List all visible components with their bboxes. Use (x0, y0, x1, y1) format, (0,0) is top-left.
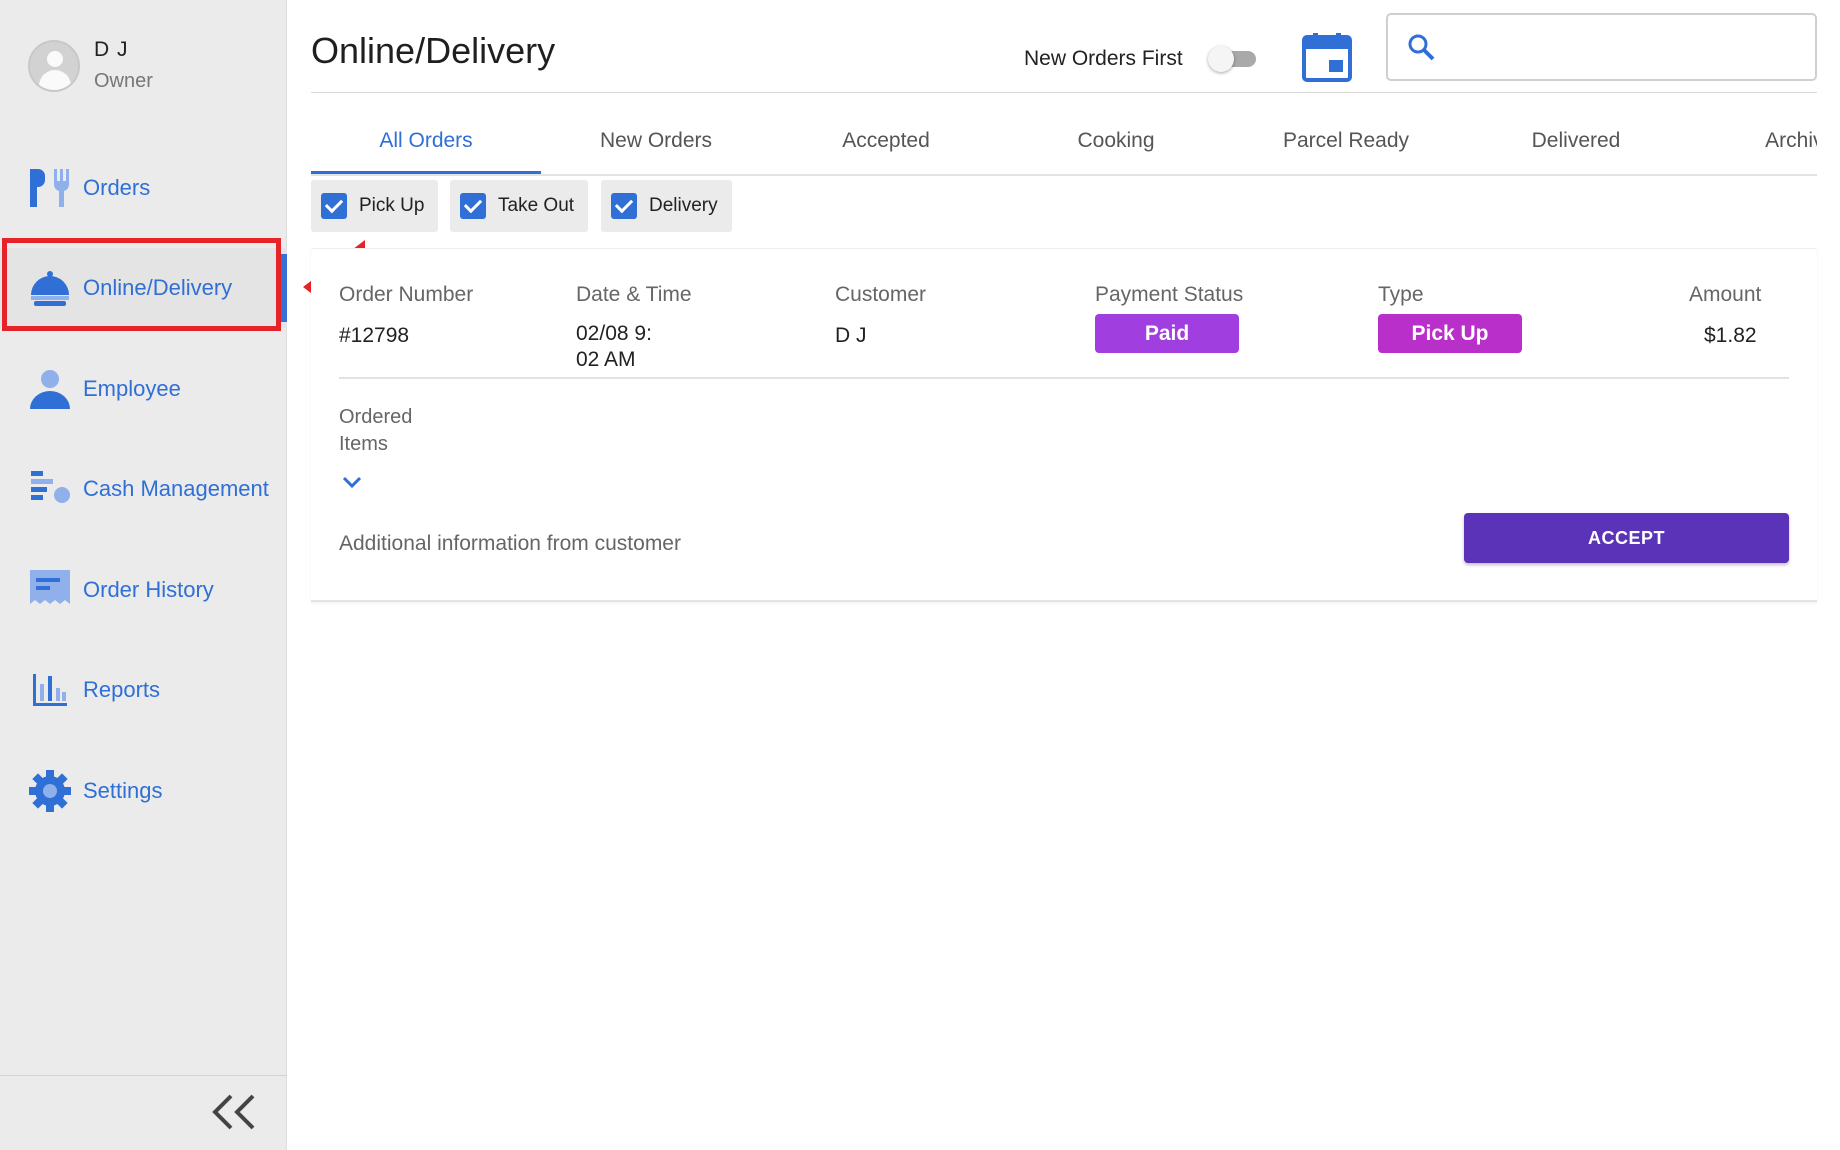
tab-delivered[interactable]: Delivered (1461, 116, 1691, 174)
sidebar-item-label: Cash Management (83, 476, 269, 501)
accept-button[interactable]: ACCEPT (1464, 513, 1789, 563)
sidebar-item-reports[interactable]: Reports (0, 650, 287, 730)
user-profile[interactable]: D J Owner (28, 38, 153, 93)
search-input[interactable] (1450, 25, 1800, 69)
sidebar-item-order-history[interactable]: Order History (0, 550, 287, 630)
new-orders-first-label: New Orders First (1024, 47, 1183, 70)
page-title: Online/Delivery (311, 30, 556, 71)
additional-info-label: Additional information from customer (339, 532, 681, 555)
filter-take-out[interactable]: Take Out (450, 180, 589, 232)
sidebar-item-employee[interactable]: Employee (0, 349, 287, 429)
sidebar-item-settings[interactable]: Settings (0, 751, 287, 831)
cash-management-icon (28, 467, 72, 511)
payment-status-header: Payment Status (1095, 283, 1244, 306)
tab-accepted[interactable]: Accepted (771, 116, 1001, 174)
cloche-icon (28, 266, 72, 310)
amount-header: Amount (1689, 283, 1762, 306)
order-number-header: Order Number (339, 283, 474, 306)
search-box[interactable] (1386, 13, 1817, 81)
checkbox-checked[interactable] (460, 193, 486, 219)
order-amount: $1.82 (1704, 324, 1757, 347)
header-divider (311, 92, 1817, 93)
datetime-header: Date & Time (576, 283, 692, 306)
filter-delivery[interactable]: Delivery (601, 180, 732, 232)
sidebar-item-cash-management[interactable]: Cash Management (0, 449, 287, 529)
order-status-tabs: All Orders New Orders Accepted Cooking P… (311, 116, 1817, 176)
filter-label: Take Out (498, 195, 575, 216)
sidebar-item-orders[interactable]: Orders (0, 148, 287, 228)
tab-archived[interactable]: Archived (1691, 116, 1817, 174)
gear-icon (28, 769, 72, 813)
profile-role: Owner (94, 70, 153, 92)
calendar-icon (1302, 33, 1352, 82)
calendar-button[interactable] (1302, 32, 1352, 82)
order-datetime: 02/08 9: 02 AM (576, 321, 652, 373)
payment-status-badge: Paid (1095, 314, 1239, 353)
search-icon (1408, 34, 1435, 61)
sidebar-item-online-delivery[interactable]: Online/Delivery (0, 248, 287, 328)
filter-pick-up[interactable]: Pick Up (311, 180, 439, 232)
tab-parcel-ready[interactable]: Parcel Ready (1231, 116, 1461, 174)
profile-name: D J (94, 38, 129, 61)
order-type-badge: Pick Up (1378, 314, 1522, 353)
new-orders-first-toggle[interactable] (1208, 46, 1256, 72)
sidebar-item-label: Reports (83, 677, 161, 702)
sidebar-footer (0, 1075, 287, 1150)
double-chevron-left-icon[interactable] (207, 1092, 259, 1132)
order-number: #12798 (339, 324, 410, 347)
type-header: Type (1378, 283, 1424, 306)
person-icon (28, 367, 72, 411)
row-divider (339, 377, 1789, 379)
avatar (28, 39, 80, 92)
sidebar-item-label: Employee (83, 376, 181, 401)
sidebar-item-label: Online/Delivery (83, 275, 233, 300)
sidebar-item-label: Settings (83, 778, 163, 803)
bar-chart-icon (28, 668, 72, 712)
datetime-line-2: 02 AM (576, 348, 636, 371)
tab-cooking[interactable]: Cooking (1001, 116, 1231, 174)
customer-header: Customer (835, 283, 927, 306)
sidebar-item-label: Orders (83, 175, 151, 200)
customer-name: D J (835, 324, 867, 347)
fork-utensils-icon (28, 166, 72, 210)
tab-all-orders[interactable]: All Orders (311, 116, 541, 174)
ordered-items-label: Ordered Items (339, 406, 413, 455)
sidebar: D J Owner Orders Online/Delivery Employe… (0, 0, 287, 1150)
filter-label: Delivery (649, 195, 718, 216)
receipt-icon (28, 568, 72, 612)
filter-label: Pick Up (359, 195, 425, 216)
tab-new-orders[interactable]: New Orders (541, 116, 771, 174)
chevron-down-icon[interactable] (341, 475, 363, 489)
sidebar-item-label: Order History (83, 577, 214, 602)
checkbox-checked[interactable] (611, 193, 637, 219)
order-card: Order Number Date & Time Customer Paymen… (311, 248, 1817, 602)
checkbox-checked[interactable] (321, 193, 347, 219)
datetime-line-1: 02/08 9: (576, 322, 652, 345)
